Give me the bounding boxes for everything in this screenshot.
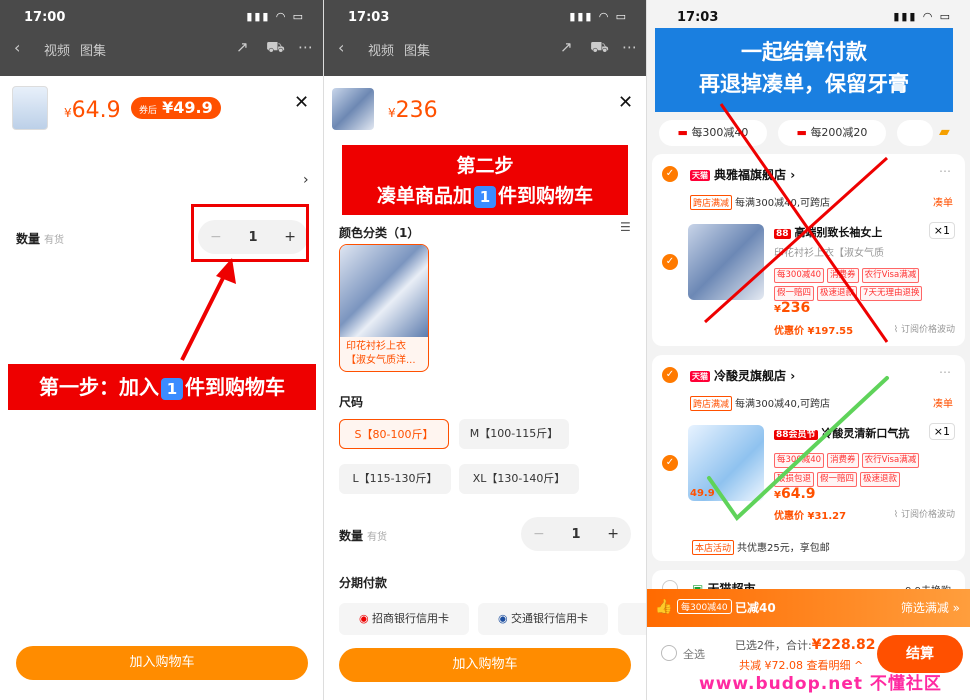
sku-sheet: ¥236 ✕ 第二步 凑单商品加 1 件到购物车 ☰ 颜色分类（1） 印花衬衫上衣【… bbox=[324, 76, 646, 700]
signal-wifi-battery-icon: ▮▮▮ ◠ ▭ bbox=[569, 10, 628, 23]
color-option-image bbox=[340, 245, 428, 337]
color-option-label: 印花衬衫上衣【淑女气质洋... bbox=[346, 341, 416, 366]
status-bar: 17:03 ▮▮▮ ◠ ▭ bbox=[324, 0, 646, 36]
sku-sheet: ¥64.9 券后 ¥49.9 ✕ › 数量 有货 − 1 + 第一步：加入 1 件到购… bbox=[0, 76, 323, 700]
cmb-logo-icon: ◉ bbox=[358, 612, 373, 625]
size-option[interactable]: M【100-115斤】 bbox=[459, 419, 569, 449]
annotation-step2: 第二步 凑单商品加 1 件到购物车 bbox=[342, 145, 628, 215]
bank-option-bocom[interactable]: ◉ 交通银行信用卡 bbox=[478, 603, 608, 635]
signal-wifi-battery-icon: ▮▮▮ ◠ ▭ bbox=[246, 10, 305, 23]
promo-bar[interactable]: 👍 每300减40 已减40 筛选满减 » bbox=[647, 589, 970, 627]
tab-video[interactable]: 视频 bbox=[44, 40, 70, 59]
cart-icon[interactable]: ⛟ bbox=[266, 38, 285, 58]
panel-cart: 17:03 ▮▮▮ ◠ ▭ 一起结算付款 再退掉凑单，保留牙膏 ▬ 每300减4… bbox=[647, 0, 970, 700]
close-icon[interactable]: ✕ bbox=[618, 92, 633, 113]
status-time: 17:03 bbox=[348, 10, 390, 25]
bank-option-more[interactable] bbox=[618, 603, 646, 635]
quantity-stepper[interactable]: − 1 + bbox=[521, 517, 631, 551]
price-value: 236 bbox=[395, 98, 438, 123]
annotation-step1: 第一步：加入 1 件到购物车 bbox=[8, 364, 316, 410]
list-view-icon[interactable]: ☰ bbox=[620, 220, 631, 234]
quantity-value[interactable]: 1 bbox=[571, 527, 580, 542]
watermark: www.budop.net 不懂社区 bbox=[699, 674, 942, 694]
back-icon[interactable]: ‹ bbox=[338, 38, 344, 57]
product-price: ¥64.9 bbox=[64, 98, 121, 123]
size-option[interactable]: XL【130-140斤】 bbox=[459, 464, 579, 494]
installment-label: 分期付款 bbox=[339, 576, 388, 590]
size-option[interactable]: L【115-130斤】 bbox=[339, 464, 451, 494]
product-nav: ‹ 视频 图集 ↗ ⛟ ⋯ bbox=[324, 38, 646, 60]
tab-gallery[interactable]: 图集 bbox=[80, 40, 106, 59]
product-price: ¥236 bbox=[388, 98, 438, 123]
promo-bar-link[interactable]: 筛选满减 » bbox=[901, 599, 960, 616]
share-icon[interactable]: ↗ bbox=[560, 38, 573, 56]
product-thumbnail bbox=[12, 86, 48, 130]
promo-bar-text: 已减40 bbox=[735, 601, 776, 615]
price-value: 64.9 bbox=[71, 98, 121, 123]
step-number-badge: 1 bbox=[161, 377, 183, 400]
chevron-right-icon[interactable]: › bbox=[303, 172, 309, 188]
color-option-card[interactable]: 印花衬衫上衣【淑女气质洋... bbox=[339, 244, 429, 372]
panel-step2: 17:03 ▮▮▮ ◠ ▭ ‹ 视频 图集 ↗ ⛟ ⋯ ¥236 ✕ 第二步 凑… bbox=[324, 0, 646, 700]
share-icon[interactable]: ↗ bbox=[236, 38, 249, 56]
cart-total: ¥228.82 bbox=[811, 637, 876, 653]
cart-icon[interactable]: ⛟ bbox=[590, 38, 609, 58]
cart-summary: 已选2件，合计:¥228.82 bbox=[735, 637, 876, 653]
color-label: 颜色分类（1） bbox=[339, 226, 420, 240]
bank-option-cmb[interactable]: ◉ 招商银行信用卡 bbox=[339, 603, 469, 635]
quantity-label: 数量 有货 bbox=[339, 529, 388, 543]
cart-footer: 全选 已选2件，合计:¥228.82 共减 ¥72.08 查看明细 ^ 结算 w… bbox=[647, 627, 970, 700]
tab-video[interactable]: 视频 bbox=[368, 40, 394, 59]
thumbs-up-icon: 👍 bbox=[655, 599, 673, 615]
tab-gallery[interactable]: 图集 bbox=[404, 40, 430, 59]
annotation-arrow bbox=[180, 258, 236, 361]
bocom-logo-icon: ◉ bbox=[497, 612, 512, 625]
annotation-highlight-box bbox=[191, 204, 309, 262]
select-all-checkbox[interactable] bbox=[661, 645, 677, 661]
panel-step1: 17:00 ▮▮▮ ◠ ▭ ‹ 视频 图集 ↗ ⛟ ⋯ ¥64.9 券后 ¥49… bbox=[0, 0, 323, 700]
product-nav: ‹ 视频 图集 ↗ ⛟ ⋯ bbox=[0, 38, 323, 60]
coupon-price-badge: 券后 ¥49.9 bbox=[131, 97, 221, 119]
size-label: 尺码 bbox=[339, 395, 364, 409]
size-option[interactable]: S【80-100斤】 bbox=[339, 419, 449, 449]
product-thumbnail bbox=[332, 88, 374, 130]
minus-button[interactable]: − bbox=[533, 526, 545, 542]
select-all-label[interactable]: 全选 bbox=[683, 646, 705, 662]
close-icon[interactable]: ✕ bbox=[294, 92, 309, 113]
status-time: 17:00 bbox=[24, 10, 66, 25]
add-to-cart-button[interactable]: 加入购物车 bbox=[16, 646, 308, 680]
more-icon[interactable]: ⋯ bbox=[622, 38, 637, 56]
plus-button[interactable]: + bbox=[607, 526, 619, 542]
quantity-label: 数量 有货 bbox=[16, 232, 65, 246]
back-icon[interactable]: ‹ bbox=[14, 38, 20, 57]
status-bar: 17:00 ▮▮▮ ◠ ▭ bbox=[0, 0, 323, 36]
checkout-button[interactable]: 结算 bbox=[877, 635, 963, 673]
step-number-badge: 1 bbox=[474, 185, 496, 208]
more-icon[interactable]: ⋯ bbox=[298, 38, 313, 56]
add-to-cart-button[interactable]: 加入购物车 bbox=[339, 648, 631, 682]
promo-bar-tag: 每300减40 bbox=[677, 599, 732, 614]
